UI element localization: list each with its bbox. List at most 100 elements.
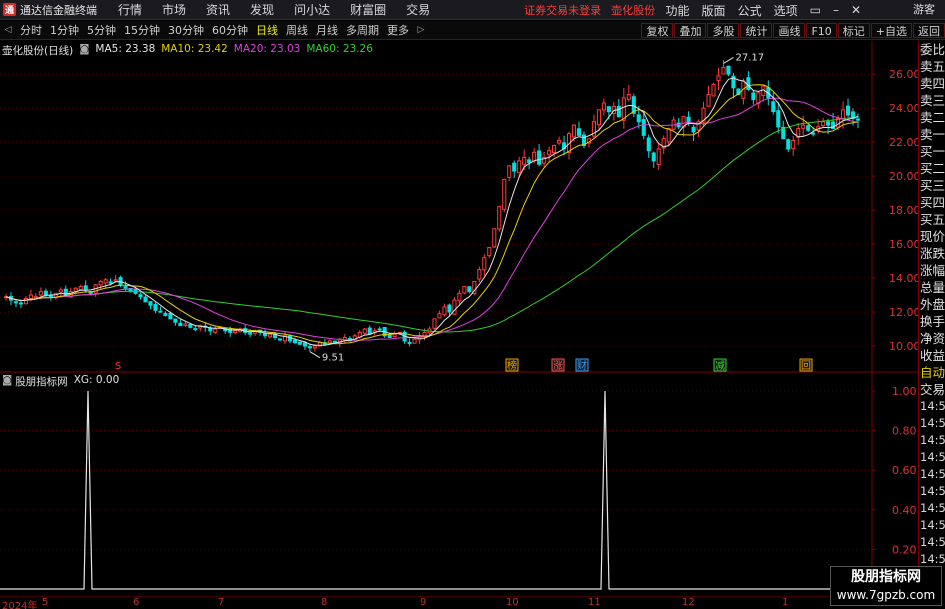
multi-stock-button[interactable]: 多股 bbox=[707, 23, 740, 38]
ma60-line bbox=[5, 116, 859, 333]
indicator-legend: ◙ 股朋指标网 XG: 0.00 bbox=[2, 374, 119, 389]
dropdown-icon[interactable]: ◙ bbox=[79, 43, 89, 58]
tab-period-1min[interactable]: 1分钟 bbox=[46, 22, 83, 38]
stock-name-title: 壶化股份 bbox=[611, 3, 656, 17]
candle-body bbox=[636, 114, 641, 123]
trade-time-7: 14:55 bbox=[920, 518, 945, 532]
candle-body bbox=[447, 304, 452, 313]
candle-body bbox=[23, 297, 28, 305]
candle-body bbox=[13, 301, 19, 304]
candle-body bbox=[786, 139, 791, 150]
menu-item-function[interactable]: 功能 bbox=[660, 2, 696, 19]
price-tick-label-5: 16.00 bbox=[889, 238, 918, 251]
price-tick-label-3: 20.00 bbox=[889, 170, 918, 183]
candle-body bbox=[173, 318, 178, 323]
menu-item-market[interactable]: 行情 bbox=[108, 1, 152, 18]
kline-chart[interactable]: 26.00 24.00 22.00 20.00 18.00 16.00 14.00 12.00… bbox=[0, 41, 918, 599]
watermark-line1: 股朋指标网 bbox=[851, 569, 921, 585]
candle-body bbox=[791, 139, 796, 150]
trade-time-0: 14:55 bbox=[920, 399, 945, 413]
quote-field-7: 买二 bbox=[920, 161, 945, 176]
candle-body bbox=[606, 106, 611, 113]
menu-item-ask[interactable]: 问小达 bbox=[284, 1, 340, 18]
menu-item-wealth[interactable]: 财富圈 bbox=[340, 1, 396, 18]
candle-body bbox=[771, 101, 776, 113]
chevron-right-icon[interactable]: ▷ bbox=[413, 25, 429, 35]
event-marker-4: 减 bbox=[715, 360, 725, 372]
date-axis: 2024年 5 6 7 8 9 10 11 12 1 bbox=[0, 597, 918, 609]
minimize-icon[interactable]: – bbox=[827, 3, 845, 17]
candle-body bbox=[297, 341, 303, 345]
candle-body bbox=[28, 294, 33, 299]
tab-period-intraday[interactable]: 分时 bbox=[16, 22, 46, 38]
candle-body bbox=[113, 279, 118, 282]
menu-item-formula[interactable]: 公式 bbox=[732, 2, 768, 19]
add-watchlist-button[interactable]: +自选 bbox=[870, 23, 912, 38]
f10-button[interactable]: F10 bbox=[806, 23, 837, 38]
indicator-name: 股朋指标网 bbox=[15, 376, 68, 388]
candle-body bbox=[78, 286, 83, 290]
ind-tick-label-3: 0.40 bbox=[892, 504, 917, 517]
menu-item-discover[interactable]: 发现 bbox=[240, 1, 284, 18]
menu-item-trade[interactable]: 交易 bbox=[396, 1, 440, 18]
menu-item-layout[interactable]: 版面 bbox=[696, 2, 732, 19]
login-status[interactable]: 证券交易未登录 bbox=[524, 2, 601, 18]
candle-body bbox=[248, 332, 253, 335]
quote-field-6: 买一 bbox=[920, 144, 945, 159]
date-label-3: 7 bbox=[218, 597, 225, 608]
tab-period-30min[interactable]: 30分钟 bbox=[164, 22, 208, 38]
price-tick-label-7: 12.00 bbox=[889, 306, 918, 319]
menu-item-screen-icon[interactable]: ▭ bbox=[804, 3, 827, 17]
menu-item-markets[interactable]: 市场 bbox=[152, 1, 196, 18]
candle-body bbox=[721, 66, 726, 75]
candle-body bbox=[507, 165, 512, 178]
menu-item-news[interactable]: 资讯 bbox=[196, 1, 240, 18]
indicator-dropdown-icon[interactable]: ◙ bbox=[2, 374, 12, 389]
back-button[interactable]: 返回 bbox=[913, 23, 945, 38]
period-toolbar: ◁ 分时 1分钟 5分钟 15分钟 30分钟 60分钟 日线 周线 月线 多周期… bbox=[0, 21, 945, 40]
ma5-line bbox=[5, 77, 859, 346]
menu-item-options[interactable]: 选项 bbox=[768, 2, 804, 19]
candle-body bbox=[457, 292, 462, 302]
candle-body bbox=[467, 286, 472, 293]
guest-label[interactable]: 游客 bbox=[907, 0, 941, 20]
candle-body bbox=[98, 280, 103, 286]
candle-body bbox=[332, 340, 337, 344]
ind-tick-label-4: 0.20 bbox=[892, 543, 917, 556]
mark-button[interactable]: 标记 bbox=[837, 23, 870, 38]
candle-body bbox=[143, 296, 148, 303]
tab-period-multi[interactable]: 多周期 bbox=[342, 22, 383, 38]
collapse-icon[interactable]: ◁ bbox=[0, 25, 16, 35]
candle-body bbox=[711, 83, 716, 97]
draw-line-button[interactable]: 画线 bbox=[773, 23, 806, 38]
quote-field-17: 净资 bbox=[920, 331, 945, 346]
tab-period-monthly[interactable]: 月线 bbox=[312, 22, 342, 38]
chart-area[interactable]: 26.00 24.00 22.00 20.00 18.00 16.00 14.00 12.00… bbox=[0, 41, 918, 599]
tab-period-60min[interactable]: 60分钟 bbox=[208, 22, 252, 38]
quote-field-15: 外盘 bbox=[920, 297, 945, 312]
trade-time-2: 14:55 bbox=[920, 433, 945, 447]
statistics-button[interactable]: 统计 bbox=[740, 23, 773, 38]
candle-body bbox=[233, 330, 238, 334]
tab-period-5min[interactable]: 5分钟 bbox=[83, 22, 120, 38]
tab-period-15min[interactable]: 15分钟 bbox=[120, 22, 164, 38]
quote-field-16: 换手 bbox=[920, 314, 945, 329]
ind-tick-label-2: 0.60 bbox=[892, 464, 917, 477]
adjust-button[interactable]: 复权 bbox=[641, 23, 674, 38]
date-label-0: 2024年 bbox=[2, 601, 38, 609]
candle-body bbox=[437, 313, 442, 319]
candle-body bbox=[532, 151, 537, 162]
overlay-button[interactable]: 叠加 bbox=[674, 23, 707, 38]
app-logo-icon: 通 bbox=[3, 3, 16, 16]
tab-period-daily[interactable]: 日线 bbox=[252, 22, 282, 38]
candle-body bbox=[412, 338, 417, 344]
candle-body bbox=[123, 286, 128, 289]
candle-body bbox=[277, 338, 283, 341]
close-icon[interactable]: ✕ bbox=[845, 3, 867, 17]
tab-period-more[interactable]: 更多 bbox=[383, 22, 413, 38]
right-menu: 功能 版面 公式 选项 ▭ – ✕ bbox=[660, 0, 867, 20]
candle-body bbox=[552, 145, 557, 154]
candle-body bbox=[576, 128, 582, 136]
tab-period-weekly[interactable]: 周线 bbox=[282, 22, 312, 38]
date-label-7: 11 bbox=[588, 597, 601, 608]
